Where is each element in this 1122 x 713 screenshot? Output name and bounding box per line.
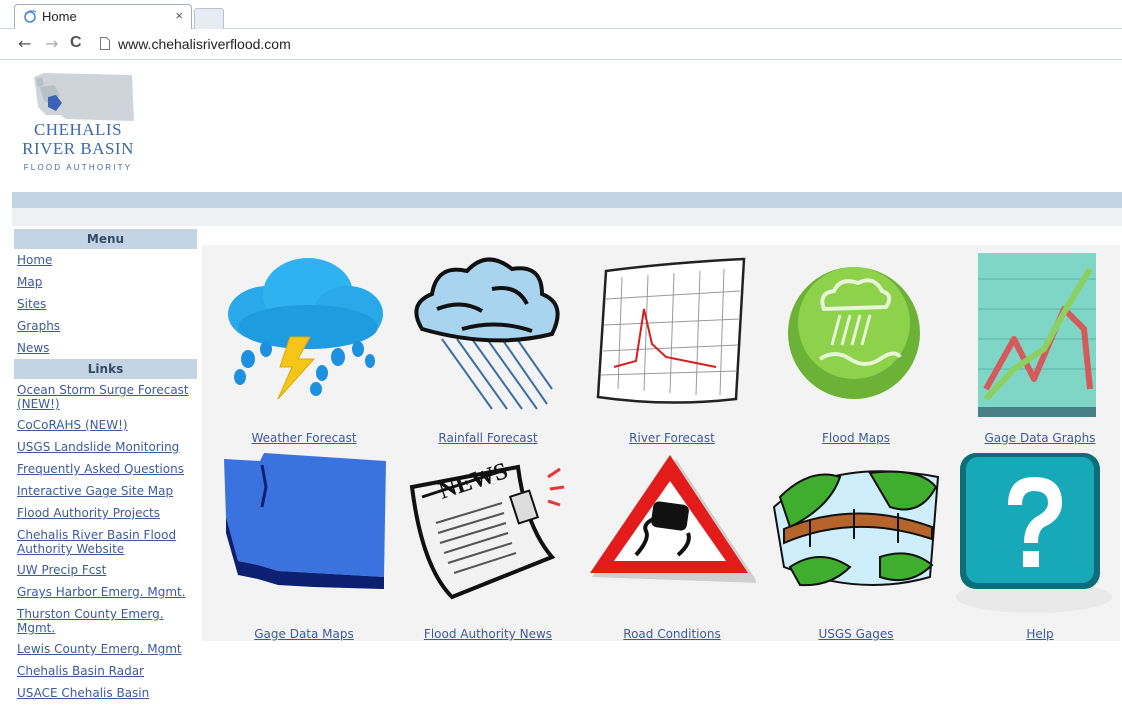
tile-road-conditions[interactable]: Road Conditions [580,445,764,643]
menu-link-graphs[interactable]: Graphs [14,315,197,337]
link-uw-precip[interactable]: UW Precip Fcst [14,559,197,581]
tile-weather-forecast[interactable]: Weather Forecast [212,247,396,445]
header-subband [12,208,1122,226]
tile-grid: Weather Forecast Rainfall Forecast River… [202,245,1120,641]
browser-tab[interactable]: Home × [14,4,192,29]
link-chehalis-radar[interactable]: Chehalis Basin Radar [14,660,197,682]
tile-label[interactable]: Flood Authority News [396,627,580,641]
tile-rainfall-forecast[interactable]: Rainfall Forecast [396,247,580,445]
tile-label[interactable]: Gage Data Graphs [948,431,1122,445]
url-text: www.chehalisriverflood.com [118,36,291,52]
reload-icon[interactable]: C [70,34,82,52]
tile-label[interactable]: Weather Forecast [212,431,396,445]
tile-flood-maps[interactable]: Flood Maps [764,247,948,445]
tile-gage-data-graphs[interactable]: Gage Data Graphs [948,247,1122,445]
tile-label[interactable]: USGS Gages [764,627,948,641]
browser-tab-strip: Home × [0,0,1122,29]
page-icon [100,37,110,50]
washington-state-logo-icon [34,73,134,121]
rain-cloud-icon [414,257,560,410]
sidebar: Menu Home Map Sites Graphs News Links Oc… [14,229,197,704]
menu-link-home[interactable]: Home [14,249,197,271]
link-ocean-storm-surge[interactable]: Ocean Storm Surge Forecast (NEW!) [14,379,197,414]
link-usace[interactable]: USACE Chehalis Basin [14,682,197,704]
logo-text-flood-authority: FLOOD AUTHORITY [23,163,133,172]
forward-arrow-icon[interactable]: → [45,34,58,53]
link-cocorahs[interactable]: CoCoRAHS (NEW!) [14,414,197,436]
flood-map-icon [788,267,920,399]
tile-label[interactable]: Gage Data Maps [212,627,396,641]
tile-label[interactable]: Road Conditions [580,627,764,641]
tile-usgs-gages[interactable]: USGS Gages [764,445,948,643]
storm-cloud-icon [228,258,383,400]
back-arrow-icon[interactable]: ← [18,34,31,53]
site-logo[interactable]: CHEHALIS RIVER BASIN FLOOD AUTHORITY [12,68,144,180]
washington-map-icon [224,453,386,589]
slippery-road-sign-icon [590,455,756,583]
ie-page-icon [24,10,37,23]
river-bridge-icon [772,470,940,587]
link-flood-authority-website[interactable]: Chehalis River Basin Flood Authority Web… [14,524,197,559]
newspaper-icon: NEWS [409,458,565,600]
header-divider-band [12,192,1122,208]
address-bar[interactable]: www.chehalisriverflood.com [94,32,1122,56]
logo-text-chehalis: CHEHALIS [33,120,123,139]
link-grays-harbor[interactable]: Grays Harbor Emerg. Mgmt. [14,581,197,603]
link-interactive-gage-map[interactable]: Interactive Gage Site Map [14,480,197,502]
links-heading: Links [14,359,197,379]
tile-river-forecast[interactable]: River Forecast [580,247,764,445]
menu-heading: Menu [14,229,197,249]
tile-label[interactable]: River Forecast [580,431,764,445]
tile-help[interactable]: Help [948,445,1122,643]
tile-label[interactable]: Flood Maps [764,431,948,445]
tab-title: Home [42,9,77,24]
help-icon [956,453,1112,613]
close-tab-icon[interactable]: × [175,8,183,23]
link-usgs-landslide[interactable]: USGS Landslide Monitoring [14,436,197,458]
line-graph-icon [978,253,1096,417]
link-lewis-county[interactable]: Lewis County Emerg. Mgmt [14,638,197,660]
link-thurston-county[interactable]: Thurston County Emerg. Mgmt. [14,603,197,638]
link-flood-authority-projects[interactable]: Flood Authority Projects [14,502,197,524]
menu-link-sites[interactable]: Sites [14,293,197,315]
tile-gage-data-maps[interactable]: Gage Data Maps [212,445,396,643]
menu-link-map[interactable]: Map [14,271,197,293]
tile-flood-authority-news[interactable]: NEWS Flood Authority News [396,445,580,643]
new-tab-button[interactable] [194,8,224,29]
link-faq[interactable]: Frequently Asked Questions [14,458,197,480]
menu-link-news[interactable]: News [14,337,197,359]
tile-label[interactable]: Help [948,627,1122,641]
browser-toolbar: ← → C www.chehalisriverflood.com [0,29,1122,60]
tile-label[interactable]: Rainfall Forecast [396,431,580,445]
hydrograph-icon [596,257,746,404]
logo-text-river-basin: RIVER BASIN [22,139,134,158]
